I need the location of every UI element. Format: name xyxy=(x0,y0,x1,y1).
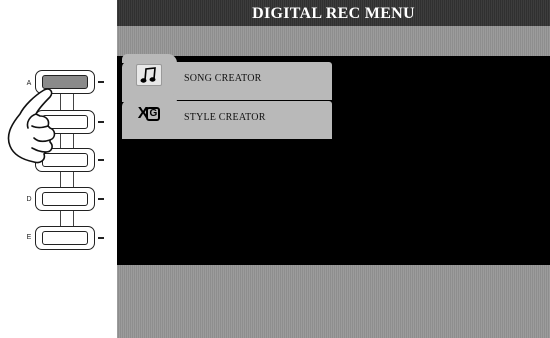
button-marker xyxy=(98,237,104,239)
button-panel: A B C D E xyxy=(0,0,118,338)
xg-logo-mark: G xyxy=(146,107,161,121)
xg-logo-icon: XG xyxy=(136,103,162,125)
panel-button-d[interactable] xyxy=(35,187,104,211)
footer-band xyxy=(117,265,550,338)
button-face xyxy=(42,231,88,245)
button-letter-e: E xyxy=(26,234,32,241)
button-face xyxy=(42,192,88,206)
button-marker xyxy=(98,198,104,200)
pointing-hand-icon xyxy=(7,88,56,164)
button-marker xyxy=(98,159,104,161)
menu-item-label: SONG CREATOR xyxy=(184,73,262,84)
display-screen: DIGITAL REC MENU SONG CREATOR XG STYLE C… xyxy=(117,0,550,338)
button-marker xyxy=(98,81,104,83)
header-band xyxy=(117,26,550,56)
panel-button-e[interactable] xyxy=(35,226,104,250)
menu-item-style-creator[interactable]: XG STYLE CREATOR xyxy=(122,93,332,139)
button-marker xyxy=(98,121,104,123)
menu-item-label: STYLE CREATOR xyxy=(184,112,266,123)
music-note-icon xyxy=(136,64,162,86)
screen-title: DIGITAL REC MENU xyxy=(117,0,550,26)
button-letter-d: D xyxy=(26,196,32,203)
